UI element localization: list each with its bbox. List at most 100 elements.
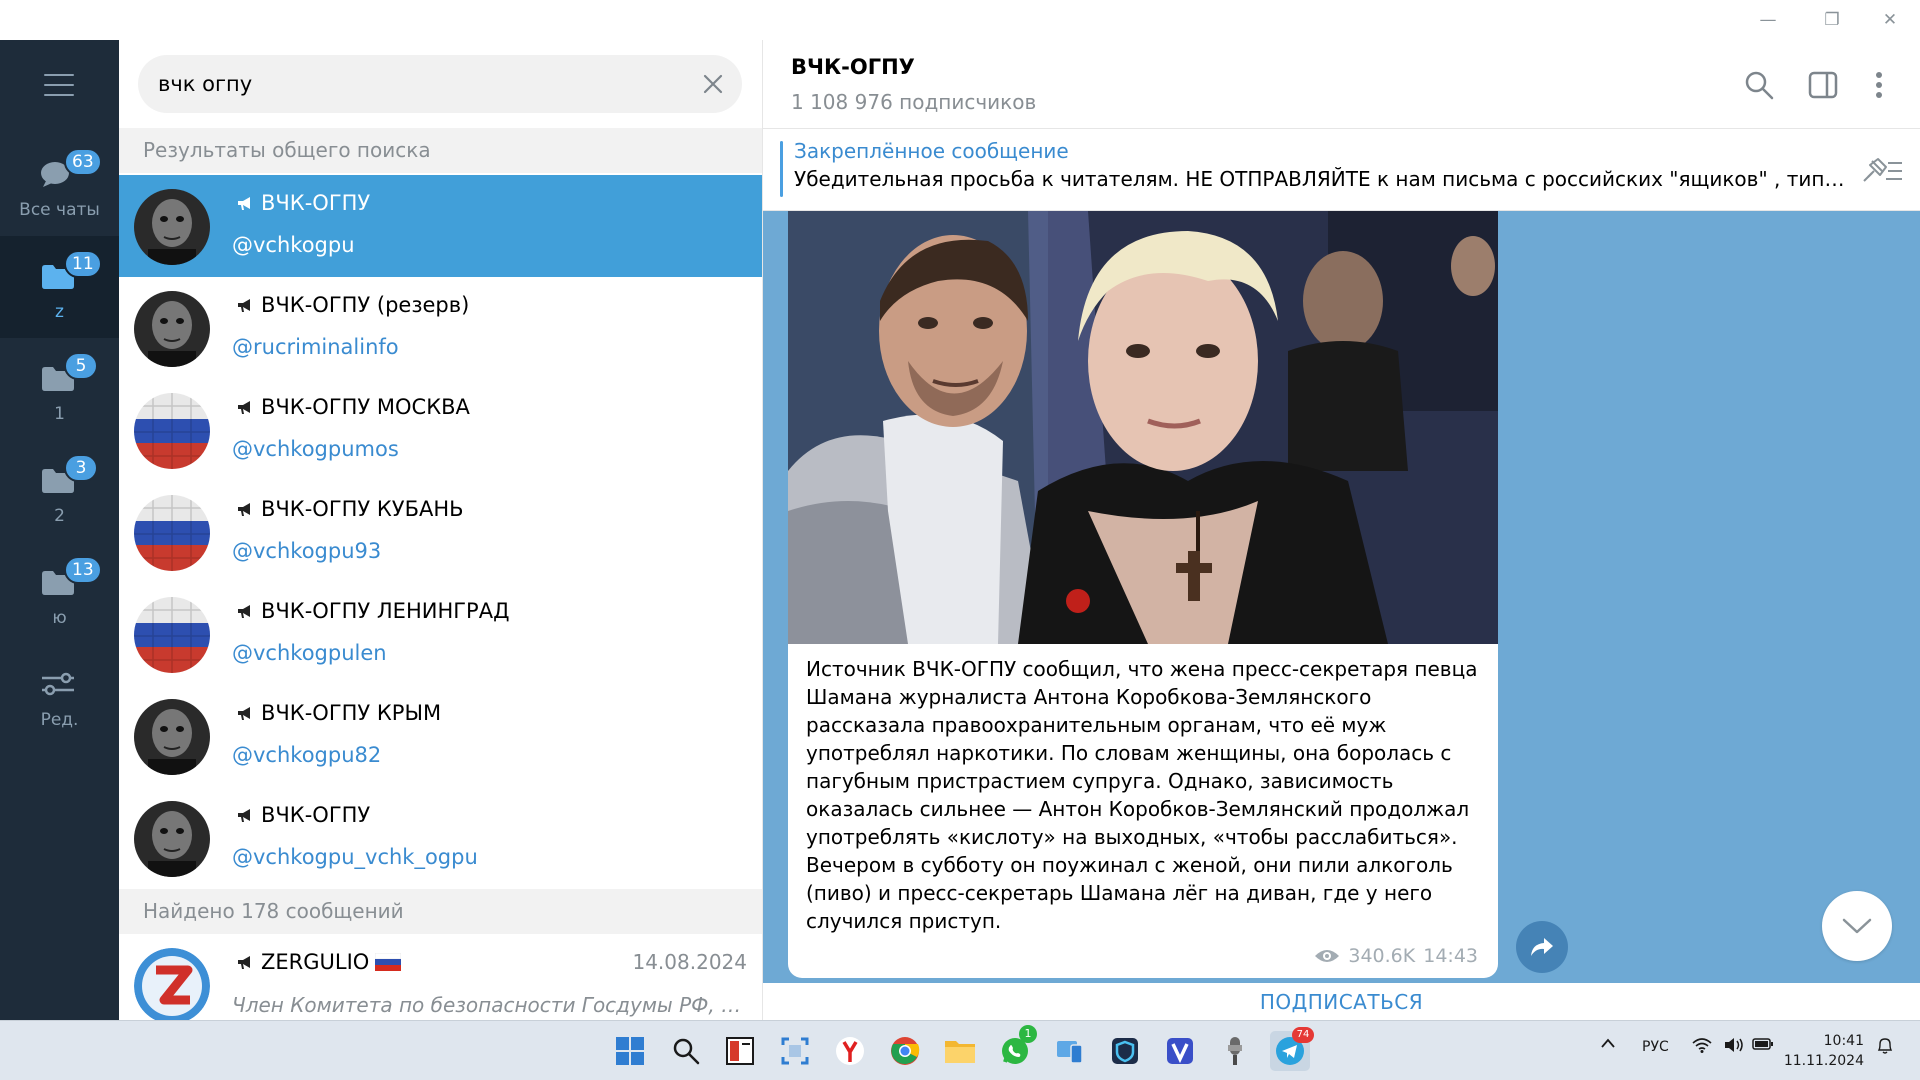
result-title: ВЧК-ОГПУ [236,803,370,827]
megaphone-icon [238,299,250,312]
subscriber-count: 1 108 976 подписчиков [791,90,1037,114]
menu-icon[interactable] [44,74,74,96]
chat-background: Источник ВЧК-ОГПУ сообщил, что жена прес… [763,211,1920,983]
more-options-icon[interactable] [1859,65,1899,105]
search-result-item[interactable]: ВЧК-ОГПУ ЛЕНИНГРАД @vchkogpulen [119,583,762,685]
folder-label: ю [52,608,67,628]
views-eye-icon [1315,950,1340,962]
messages-results-header: Найдено 178 сообщений [119,889,762,934]
folder-label: Все чаты [19,200,100,220]
result-title: ВЧК-ОГПУ [236,191,370,215]
chat-title[interactable]: ВЧК-ОГПУ [791,55,915,79]
tray-chevron-up-icon[interactable] [1600,1037,1616,1053]
pinned-message-bar[interactable]: Закреплённое сообщение Убедительная прос… [763,129,1920,211]
search-result-item[interactable]: ВЧК-ОГПУ КУБАНЬ @vchkogpu93 [119,481,762,583]
minimize-button[interactable]: — [1740,0,1796,40]
result-username: @vchkogpu [232,233,355,257]
wifi-icon[interactable] [1692,1037,1712,1057]
chat-header: ВЧК-ОГПУ 1 108 976 подписчиков [763,40,1920,129]
pinned-title: Закреплённое сообщение [794,139,1069,163]
megaphone-icon [238,605,250,618]
windows-start-icon[interactable] [610,1031,650,1071]
taskbar: 1 74 РУС 10:41 11.11.2024 [0,1020,1920,1080]
result-title-text: ZERGULIO [261,950,370,974]
phone-link-icon[interactable] [1050,1031,1090,1071]
unread-badge: 11 [64,250,102,278]
post-meta: 340.6K 14:43 [1314,945,1478,967]
search-input[interactable] [158,55,678,113]
microphone-app-icon[interactable] [1215,1031,1255,1071]
folder-label: z [55,302,64,322]
volume-icon[interactable] [1724,1037,1746,1057]
file-explorer-icon[interactable] [940,1031,980,1071]
folder-z[interactable]: 11 z [0,236,119,338]
share-arrow-icon [1531,938,1553,956]
restore-button[interactable]: ❐ [1804,0,1860,40]
search-result-item[interactable]: ВЧК-ОГПУ @vchkogpu [119,175,762,277]
security-app-icon[interactable] [1105,1031,1145,1071]
clock-date: 11.11.2024 [1783,1053,1864,1069]
result-username: @vchkogpu82 [232,743,382,767]
search-result-item[interactable]: ВЧК-ОГПУ МОСКВА @vchkogpumos [119,379,762,481]
view-count: 340.6K [1348,945,1416,967]
result-preview: Член Комитета по безопасности Госдумы РФ… [232,993,752,1017]
unread-badge: 3 [64,454,98,482]
unread-badge: 13 [64,556,102,584]
folder-label: Ред. [40,710,79,730]
clear-search-icon[interactable] [696,67,730,101]
unread-badge: 63 [64,148,102,176]
folder-label: 1 [54,404,65,424]
notifications-icon[interactable] [1876,1037,1894,1059]
pinned-accent-bar [780,141,783,197]
result-title: ZERGULIO [236,950,402,974]
widgets-icon[interactable] [720,1031,760,1071]
result-username: @vchkogpulen [232,641,387,665]
battery-icon[interactable] [1752,1037,1774,1055]
subscribe-button[interactable]: ПОДПИСАТЬСЯ [763,983,1920,1020]
search-panel: Результаты общего поиска ВЧК-ОГПУ @vchko… [119,40,763,1020]
folder-1[interactable]: 5 1 [0,338,119,440]
result-date: 14.08.2024 [632,950,747,974]
search-icon[interactable] [1739,65,1779,105]
folder-2[interactable]: 3 2 [0,440,119,542]
chrome-icon[interactable] [885,1031,925,1071]
whatsapp-icon[interactable]: 1 [995,1025,1037,1071]
input-language[interactable]: РУС [1642,1039,1669,1055]
result-title: ВЧК-ОГПУ (резерв) [236,293,469,317]
scroll-down-button[interactable] [1822,891,1892,961]
folder-label: 2 [54,506,65,526]
folder-all-chats[interactable]: 63 Все чаты [0,134,119,236]
search-result-item[interactable]: ВЧК-ОГПУ КРЫМ @vchkogpu82 [119,685,762,787]
subscribe-bar: ПОДПИСАТЬСЯ [763,983,1920,1020]
folder-edit[interactable]: Ред. [0,644,119,746]
close-button[interactable]: ✕ [1862,0,1918,40]
yandex-browser-icon[interactable] [830,1031,870,1071]
chevron-down-icon [1842,918,1872,934]
sidebar-toggle-icon[interactable] [1803,65,1843,105]
result-title: ВЧК-ОГПУ КРЫМ [236,701,441,725]
avatar [134,699,210,775]
post-photo[interactable] [788,211,1498,644]
search-icon[interactable] [666,1031,706,1071]
sliders-icon [42,672,74,696]
post-time: 14:43 [1423,945,1478,967]
snipping-tool-icon[interactable] [775,1031,815,1071]
message-result-item[interactable]: ZERGULIO 14.08.2024 Член Комитета по без… [119,934,762,1020]
result-username: @vchkogpu_vchk_ogpu [232,845,478,869]
whatsapp-badge: 1 [1019,1025,1037,1043]
search-result-item[interactable]: ВЧК-ОГПУ @vchkogpu_vchk_ogpu [119,787,762,889]
result-title-text: ВЧК-ОГПУ [261,803,371,827]
forward-button[interactable] [1516,921,1568,973]
vpn-app-icon[interactable] [1160,1031,1200,1071]
folder-yu[interactable]: 13 ю [0,542,119,644]
telegram-icon[interactable]: 74 [1270,1027,1314,1071]
result-username: @rucriminalinfo [232,335,399,359]
result-title-text: ВЧК-ОГПУ КРЫМ [261,701,442,725]
megaphone-icon [238,956,250,969]
megaphone-icon [238,809,250,822]
search-result-item[interactable]: ВЧК-ОГПУ (резерв) @rucriminalinfo [119,277,762,379]
megaphone-icon [238,401,250,414]
pinned-list-icon[interactable] [1860,151,1904,191]
result-title: ВЧК-ОГПУ МОСКВА [236,395,470,419]
system-clock[interactable]: 10:41 11.11.2024 [1784,1031,1864,1071]
